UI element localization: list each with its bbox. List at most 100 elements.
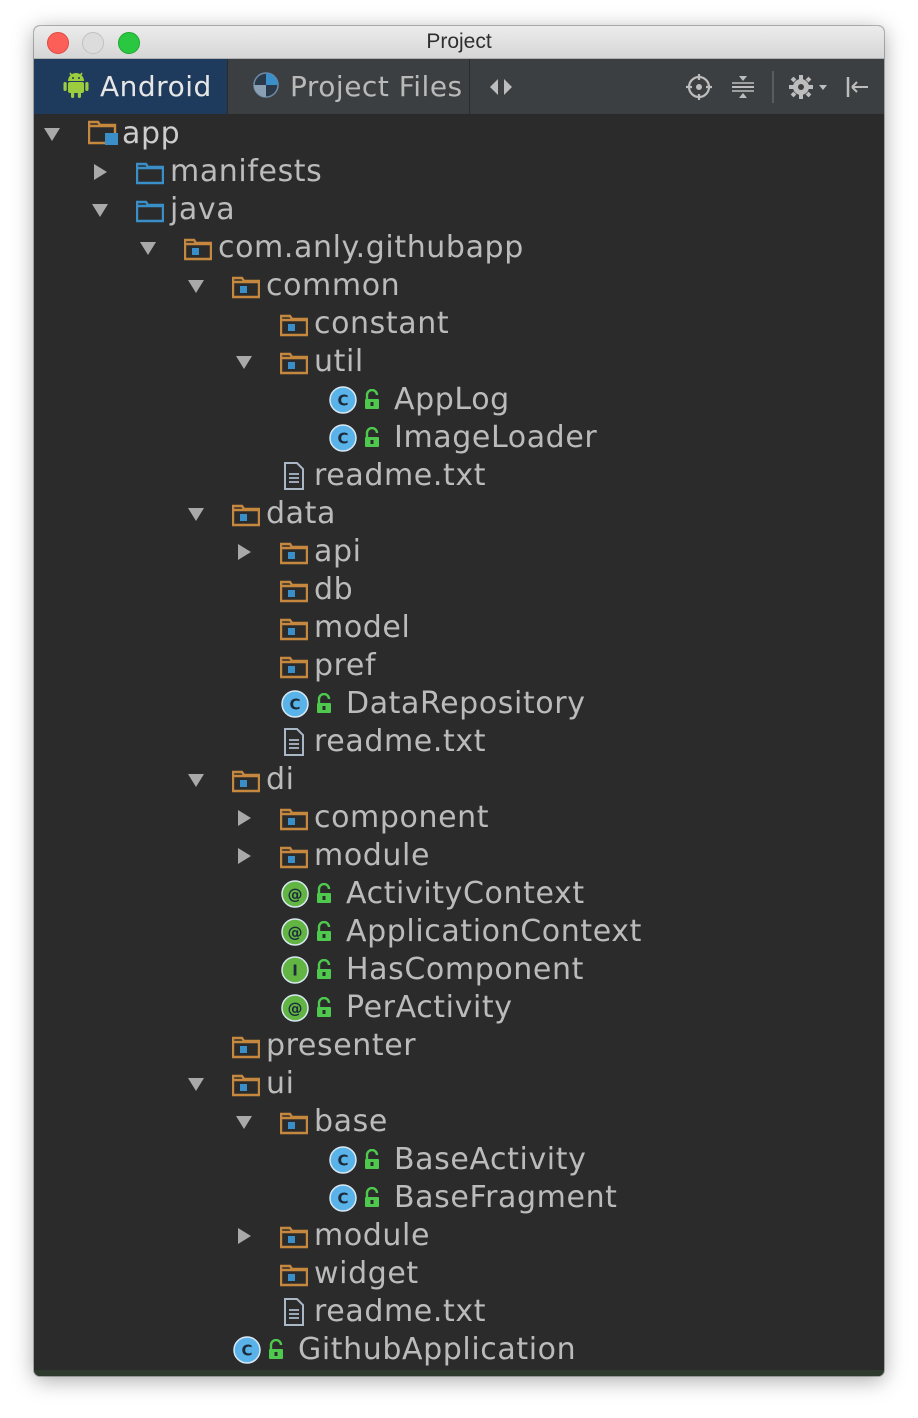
- tree-node-label: ActivityContext: [346, 876, 585, 911]
- tree-node[interactable]: @ ApplicationContext: [34, 913, 884, 951]
- package-icon: [279, 805, 309, 835]
- project-tree: app manifests java com.anly.githubapp common…: [34, 115, 884, 1376]
- public-lock-icon: [265, 1338, 287, 1365]
- tree-node[interactable]: app: [34, 115, 884, 153]
- tree-node[interactable]: readme.txt: [34, 723, 884, 761]
- tree-node[interactable]: base: [34, 1103, 884, 1141]
- title-bar: Project: [34, 26, 884, 59]
- tree-node-label: app: [122, 116, 181, 151]
- expanded-arrow-icon[interactable]: [186, 504, 206, 524]
- collapsed-arrow-icon[interactable]: [234, 542, 254, 562]
- tree-node-label: DataRepository: [346, 686, 586, 721]
- collapsed-arrow-icon[interactable]: [90, 162, 110, 182]
- package-icon: [279, 349, 309, 379]
- tree-node[interactable]: java: [34, 191, 884, 229]
- package-icon: [279, 843, 309, 873]
- gear-icon[interactable]: [786, 73, 830, 101]
- tab-android[interactable]: Android: [34, 59, 228, 114]
- tree-node-label: util: [314, 344, 364, 379]
- tree-node-label: com.anly.githubapp: [218, 230, 524, 265]
- tree-node[interactable]: module: [34, 1217, 884, 1255]
- svg-text:C: C: [337, 1190, 348, 1208]
- expanded-arrow-icon[interactable]: [186, 276, 206, 296]
- package-icon: [279, 1223, 309, 1253]
- public-lock-icon: [313, 692, 335, 719]
- tree-node[interactable]: C DataRepository: [34, 685, 884, 723]
- svg-text:C: C: [289, 696, 300, 714]
- split-arrows-icon[interactable]: [486, 73, 516, 101]
- tree-node[interactable]: manifests: [34, 153, 884, 191]
- package-icon: [279, 577, 309, 607]
- expanded-arrow-icon[interactable]: [186, 1074, 206, 1094]
- hide-panel-icon[interactable]: [842, 73, 872, 101]
- tree-node[interactable]: widget: [34, 1255, 884, 1293]
- tree-node[interactable]: I HasComponent: [34, 951, 884, 989]
- package-icon: [279, 1261, 309, 1291]
- expanded-arrow-icon[interactable]: [42, 124, 62, 144]
- tree-node-label: presenter: [266, 1028, 417, 1063]
- svg-text:C: C: [337, 392, 348, 410]
- tree-node[interactable]: com.anly.githubapp: [34, 229, 884, 267]
- tree-node-label: readme.txt: [314, 1294, 487, 1329]
- tree-node[interactable]: util: [34, 343, 884, 381]
- expanded-arrow-icon[interactable]: [186, 770, 206, 790]
- collapsed-arrow-icon[interactable]: [234, 1226, 254, 1246]
- tree-node[interactable]: component: [34, 799, 884, 837]
- public-lock-icon: [313, 996, 335, 1023]
- public-lock-icon: [313, 958, 335, 985]
- tree-node[interactable]: model: [34, 609, 884, 647]
- tree-node[interactable]: ui: [34, 1065, 884, 1103]
- project-files-icon: [252, 71, 280, 103]
- tree-node[interactable]: C BaseActivity: [34, 1141, 884, 1179]
- package-icon: [231, 1071, 261, 1101]
- android-icon: [62, 70, 90, 104]
- window-title: Project: [426, 30, 492, 53]
- collapsed-arrow-icon[interactable]: [234, 846, 254, 866]
- tree-node[interactable]: C AppLog: [34, 381, 884, 419]
- class-icon: C: [232, 1335, 262, 1369]
- tree-node[interactable]: C GithubApplication: [34, 1331, 884, 1369]
- tree-node-label: ImageLoader: [394, 420, 598, 455]
- collapse-all-icon[interactable]: [728, 73, 758, 101]
- public-lock-icon: [361, 388, 383, 415]
- tree-node-label: model: [314, 610, 411, 645]
- tree-node[interactable]: @ PerActivity: [34, 989, 884, 1027]
- expanded-arrow-icon[interactable]: [90, 200, 110, 220]
- tree-node[interactable]: presenter: [34, 1027, 884, 1065]
- expanded-arrow-icon[interactable]: [234, 1112, 254, 1132]
- tree-node[interactable]: C BaseFragment: [34, 1179, 884, 1217]
- tab-project-files[interactable]: Project Files: [230, 59, 470, 114]
- tree-node-label: BaseActivity: [394, 1142, 587, 1177]
- horizontal-scrollbar[interactable]: [34, 1370, 884, 1376]
- tree-node-label: PerActivity: [346, 990, 513, 1025]
- locate-icon[interactable]: [684, 73, 714, 101]
- tree-node[interactable]: data: [34, 495, 884, 533]
- tree-node[interactable]: module: [34, 837, 884, 875]
- annotation-icon: @: [280, 917, 310, 951]
- tree-node[interactable]: readme.txt: [34, 1293, 884, 1331]
- folder-icon: [135, 159, 165, 189]
- tree-node[interactable]: di: [34, 761, 884, 799]
- tree-node-label: HasComponent: [346, 952, 584, 987]
- tree-node-label: component: [314, 800, 490, 835]
- svg-text:@: @: [288, 924, 303, 942]
- tree-node[interactable]: api: [34, 533, 884, 571]
- tree-node[interactable]: constant: [34, 305, 884, 343]
- tree-node[interactable]: readme.txt: [34, 457, 884, 495]
- tree-node[interactable]: pref: [34, 647, 884, 685]
- tree-node[interactable]: C ImageLoader: [34, 419, 884, 457]
- class-icon: C: [328, 385, 358, 419]
- interface-icon: I: [280, 955, 310, 989]
- tree-node[interactable]: db: [34, 571, 884, 609]
- expanded-arrow-icon[interactable]: [234, 352, 254, 372]
- text-file-icon: [282, 462, 306, 494]
- collapsed-arrow-icon[interactable]: [234, 808, 254, 828]
- tree-node[interactable]: @ ActivityContext: [34, 875, 884, 913]
- tree-node-label: pref: [314, 648, 377, 683]
- project-window: Project Android Project Files app manife…: [34, 26, 884, 1376]
- svg-text:C: C: [337, 1152, 348, 1170]
- text-file-icon: [282, 728, 306, 760]
- public-lock-icon: [361, 1186, 383, 1213]
- tree-node[interactable]: common: [34, 267, 884, 305]
- expanded-arrow-icon[interactable]: [138, 238, 158, 258]
